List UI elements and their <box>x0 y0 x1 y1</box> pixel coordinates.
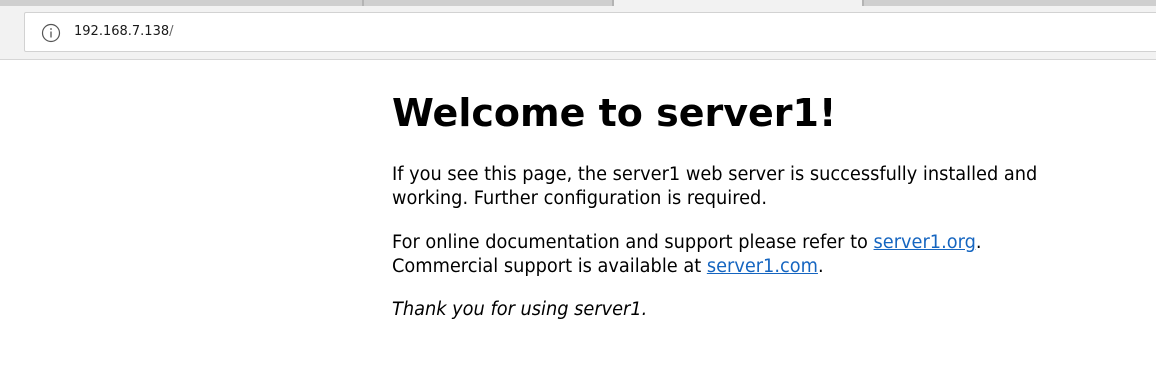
server1-org-link[interactable]: server1.org <box>874 232 976 253</box>
support-text-2: Commercial support is available at <box>392 256 707 277</box>
server1-com-link[interactable]: server1.com <box>707 256 818 277</box>
support-line-2: Commercial support is available at serve… <box>392 255 982 279</box>
support-text-1: For online documentation and support ple… <box>392 232 874 253</box>
support-period-2: . <box>817 256 824 277</box>
intro-line-2: working. Further configuration is requir… <box>392 188 767 209</box>
url-path: / <box>169 24 174 39</box>
support-line-1: For online documentation and support ple… <box>392 231 982 255</box>
intro-line-1: If you see this page, the server1 web se… <box>392 164 1038 185</box>
address-bar[interactable]: 192.168.7.138/ <box>24 12 1156 52</box>
thank-you-text: Thank you for using server1. <box>392 299 648 320</box>
url-text[interactable]: 192.168.7.138/ <box>74 24 174 39</box>
info-icon[interactable] <box>41 23 61 43</box>
support-paragraph: For online documentation and support ple… <box>392 231 982 279</box>
page-heading: Welcome to server1! <box>392 91 837 135</box>
browser-toolbar: 192.168.7.138/ <box>0 6 1156 60</box>
intro-paragraph: If you see this page, the server1 web se… <box>392 163 1037 211</box>
url-host: 192.168.7.138 <box>74 24 170 39</box>
support-period-1: . <box>975 232 982 253</box>
